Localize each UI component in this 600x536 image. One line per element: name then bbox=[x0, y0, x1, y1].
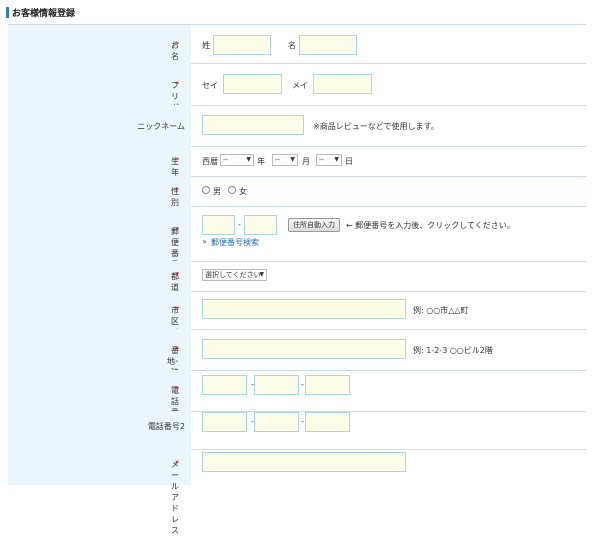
gender-female-label: 女 bbox=[239, 187, 247, 196]
label-address: 番地･建物名* bbox=[8, 329, 191, 399]
nickname-note: ※商品レビューなどで使用します。 bbox=[313, 122, 439, 131]
mei-kana-label: メイ bbox=[292, 81, 308, 90]
phone2-third-input[interactable] bbox=[305, 412, 350, 432]
label-nickname: ニックネーム bbox=[8, 105, 191, 146]
birth-day-select[interactable]: -- ▼ bbox=[316, 154, 342, 166]
row-phone2: 電話番号2 - - bbox=[8, 411, 586, 450]
birth-month-select[interactable]: -- ▼ bbox=[272, 154, 298, 166]
row-city: 市区町村名* 例: ○○市△△町 bbox=[8, 291, 586, 359]
phone1-dash-2: - bbox=[301, 380, 304, 389]
row-birthday: 生年月日* 西暦 --▼ 年 --▼ 月 --▼ 日 bbox=[8, 146, 586, 199]
postal-hint: ← 郵便番号を入力後、クリックしてください。 bbox=[346, 221, 515, 230]
gender-male-radio[interactable] bbox=[202, 186, 210, 194]
phone1-second-input[interactable] bbox=[254, 375, 299, 395]
row-postal: 郵便番号* - 住所自動入力 ← 郵便番号を入力後、クリックしてください。 » … bbox=[8, 206, 586, 269]
phone2-dash-2: - bbox=[301, 417, 304, 426]
phone1-third-input[interactable] bbox=[305, 375, 350, 395]
row-gender: 性別 * 男 女 bbox=[8, 176, 586, 207]
label-prefecture: 都道府県* bbox=[8, 261, 191, 314]
email-input[interactable] bbox=[202, 452, 406, 472]
label-phone2: 電話番号2 bbox=[8, 411, 191, 449]
label-phone1: 電話番号1* bbox=[8, 370, 191, 438]
label-kana: フリガナ* bbox=[8, 63, 191, 123]
mei-label: 名 bbox=[288, 41, 296, 50]
phone1-first-input[interactable] bbox=[202, 375, 247, 395]
postal-code-first-input[interactable] bbox=[202, 215, 235, 235]
label-gender: 性別 * bbox=[8, 176, 191, 207]
label-email: メールアドレス * bbox=[8, 449, 191, 535]
postal-code-second-input[interactable] bbox=[244, 215, 277, 235]
sei-kana-label: セイ bbox=[202, 81, 218, 90]
label-birthday: 生年月日* bbox=[8, 146, 191, 199]
prefecture-select[interactable]: 選択してください ▼ bbox=[202, 269, 267, 281]
row-nickname: ニックネーム ※商品レビューなどで使用します。 bbox=[8, 105, 586, 147]
day-unit: 日 bbox=[345, 157, 353, 166]
page-title-text: お客様情報登録 bbox=[12, 8, 76, 19]
row-phone1: 電話番号1* - - bbox=[8, 370, 586, 438]
gender-male-label: 男 bbox=[213, 187, 221, 196]
label-name: お名前* bbox=[8, 25, 191, 72]
city-example: 例: ○○市△△町 bbox=[413, 306, 469, 315]
label-postal: 郵便番号* bbox=[8, 206, 191, 269]
phone2-second-input[interactable] bbox=[254, 412, 299, 432]
year-unit: 年 bbox=[257, 157, 265, 166]
address-example: 例: 1-2-3 ○○ビル2階 bbox=[413, 346, 493, 355]
customer-info-form: お名前* 姓 名 フリガナ* セイ メイ ニックネーム ※商品レビューなどで使用… bbox=[8, 24, 586, 535]
address-autofill-button[interactable]: 住所自動入力 bbox=[288, 218, 340, 232]
title-marker bbox=[6, 6, 9, 18]
nickname-input[interactable] bbox=[202, 115, 304, 135]
row-name: お名前* 姓 名 bbox=[8, 25, 586, 72]
postal-search-prefix: » bbox=[202, 237, 207, 246]
month-unit: 月 bbox=[302, 157, 310, 166]
row-prefecture: 都道府県* 選択してください▼ bbox=[8, 261, 586, 314]
page-title: お客様情報登録 bbox=[6, 4, 75, 20]
postal-dash: - bbox=[238, 220, 241, 229]
row-address: 番地･建物名* 例: 1-2-3 ○○ビル2階 bbox=[8, 329, 586, 399]
row-email: メールアドレス * bbox=[8, 449, 586, 535]
city-input[interactable] bbox=[202, 299, 406, 319]
era-label: 西暦 bbox=[202, 157, 218, 166]
label-city: 市区町村名* bbox=[8, 291, 191, 359]
birth-year-select[interactable]: -- ▼ bbox=[220, 154, 254, 166]
phone2-first-input[interactable] bbox=[202, 412, 247, 432]
address-input[interactable] bbox=[202, 339, 406, 359]
first-name-input[interactable] bbox=[299, 35, 357, 55]
postal-search-link[interactable]: 郵便番号検索 bbox=[211, 237, 259, 248]
sei-label: 姓 bbox=[202, 41, 210, 50]
last-name-kana-input[interactable] bbox=[223, 74, 282, 94]
gender-female-radio[interactable] bbox=[228, 186, 236, 194]
first-name-kana-input[interactable] bbox=[313, 74, 372, 94]
row-kana: フリガナ* セイ メイ bbox=[8, 63, 586, 123]
last-name-input[interactable] bbox=[213, 35, 271, 55]
